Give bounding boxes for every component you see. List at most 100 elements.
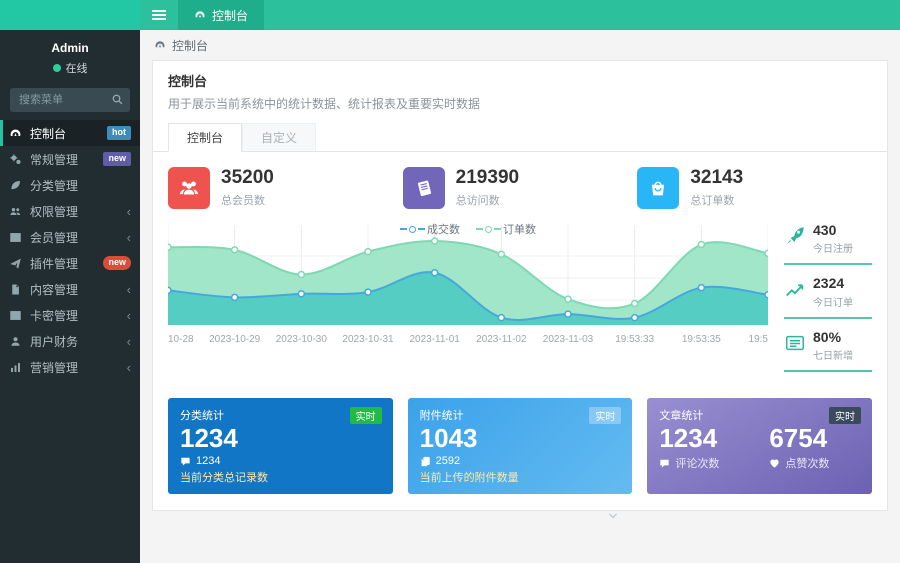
- top-navbar: 控制台: [0, 0, 900, 30]
- orders-area-chart: 成交数订单数 2023-10-282023-10-292023-10-30202…: [168, 221, 768, 345]
- panel-tabs: 控制台 自定义: [153, 123, 887, 152]
- hamburger-menu-icon[interactable]: [140, 0, 178, 30]
- chart-canvas: [168, 221, 768, 330]
- badge-new: new: [103, 152, 131, 166]
- x-axis-label: 2023-10-28: [168, 334, 194, 345]
- chevron-left-icon: ‹: [127, 283, 131, 296]
- search-icon[interactable]: [111, 93, 124, 106]
- sidebar-item-plugin-admin[interactable]: 插件管理 new: [0, 250, 140, 276]
- sidebar-item-label: 卡密管理: [30, 307, 120, 324]
- user-name: Admin: [0, 41, 140, 55]
- realtime-badge: 实时: [350, 407, 382, 424]
- app-window: 控制台 Admin 在线 控制台 hot 常规管理 new: [0, 0, 900, 563]
- chevron-left-icon: ‹: [127, 231, 131, 244]
- badge-hot: hot: [107, 126, 131, 140]
- sidebar-item-label: 常规管理: [30, 151, 96, 168]
- legend-item[interactable]: 订单数: [476, 221, 536, 237]
- comment-icon: [180, 456, 191, 467]
- dashboard-panel: 控制台 用于展示当前系统中的统计数据、统计报表及重要实时数据 控制台 自定义 3…: [152, 60, 888, 511]
- x-axis-label: 2023-11-01: [409, 334, 459, 345]
- book-icon: [403, 167, 445, 209]
- page-title: 控制台: [168, 71, 872, 90]
- paper-plane-icon: [9, 257, 23, 270]
- page-subtitle: 用于展示当前系统中的统计数据、统计报表及重要实时数据: [168, 95, 872, 112]
- counter-label: 总会员数: [221, 192, 274, 208]
- sidebar-item-general-admin[interactable]: 常规管理 new: [0, 146, 140, 172]
- card-caption: 当前上传的附件数量: [420, 469, 621, 485]
- stat-cards-row: 分类统计 实时 1234 1234 当前分类总记录数 附件统计 实时 1043: [168, 398, 872, 494]
- card-meta: 2592: [420, 455, 621, 467]
- mini-stat-orders: 2324 今日订单: [784, 276, 872, 318]
- mini-stat-value: 80%: [813, 330, 853, 345]
- x-axis-label: 2023-10-31: [342, 334, 393, 345]
- sidebar-item-marketing-admin[interactable]: 营销管理 ‹: [0, 354, 140, 380]
- counter-value: 32143: [690, 168, 743, 189]
- sidebar-item-label: 用户财务: [30, 333, 120, 350]
- counter-row: 35200 总会员数 219390 总访问数: [168, 167, 872, 209]
- dashboard-icon: [194, 9, 206, 21]
- chevron-left-icon: ‹: [127, 309, 131, 322]
- card-meta-value: 2592: [436, 455, 460, 467]
- panel-header: 控制台 用于展示当前系统中的统计数据、统计报表及重要实时数据: [153, 61, 887, 114]
- chevron-left-icon: ‹: [127, 361, 131, 374]
- scroll-hint-icon[interactable]: [608, 512, 618, 523]
- card-category-stats: 分类统计 实时 1234 1234 当前分类总记录数: [168, 398, 393, 494]
- mini-stat-value: 2324: [813, 276, 853, 291]
- counter-label: 总访问数: [456, 192, 519, 208]
- card-metric-comments: 1234 评论次数: [659, 423, 719, 471]
- counter-orders: 32143 总订单数: [637, 167, 872, 209]
- tab-custom[interactable]: 自定义: [242, 123, 316, 151]
- mini-stat-label: 今日订单: [813, 294, 853, 309]
- sidebar-item-label: 会员管理: [30, 229, 120, 246]
- mini-stats-column: 430 今日注册 2324 今日订单: [784, 221, 872, 383]
- logo-area: [0, 0, 140, 30]
- sidebar-item-user-finance[interactable]: 用户财务 ‹: [0, 328, 140, 354]
- cogs-icon: [9, 153, 23, 166]
- legend-item[interactable]: 成交数: [400, 221, 460, 237]
- tab-dashboard[interactable]: 控制台: [168, 123, 242, 152]
- online-status-dot: [53, 64, 61, 72]
- topbar-tab-dashboard[interactable]: 控制台: [178, 0, 264, 30]
- sidebar-item-content-admin[interactable]: 内容管理 ‹: [0, 276, 140, 302]
- x-axis-label: 19:53:33: [615, 334, 654, 345]
- card-meta: 评论次数: [659, 455, 719, 471]
- leaf-icon: [9, 179, 23, 192]
- sidebar-item-dashboard[interactable]: 控制台 hot: [0, 120, 140, 146]
- mini-stat-seven-day: 80% 七日新增: [784, 330, 872, 372]
- mini-stat-registrations: 430 今日注册: [784, 223, 872, 265]
- card-value: 1234: [180, 424, 381, 454]
- sidebar: Admin 在线 控制台 hot 常规管理 new 分类管理: [0, 30, 140, 563]
- files-icon: [420, 456, 431, 467]
- card-value: 1043: [420, 424, 621, 454]
- counter-visits: 219390 总访问数: [403, 167, 638, 209]
- counter-label: 总订单数: [690, 192, 743, 208]
- sidebar-item-label: 控制台: [30, 125, 100, 142]
- card-meta: 1234: [180, 455, 381, 467]
- breadcrumb[interactable]: 控制台: [140, 30, 900, 60]
- mini-stat-value: 430: [813, 223, 853, 238]
- dashboard-icon: [9, 127, 23, 140]
- chevron-left-icon: ‹: [127, 335, 131, 348]
- table-icon: [9, 231, 23, 244]
- sidebar-item-label: 权限管理: [30, 203, 120, 220]
- breadcrumb-label: 控制台: [172, 37, 208, 54]
- card-value: 6754: [769, 424, 829, 454]
- sidebar-item-permission-admin[interactable]: 权限管理 ‹: [0, 198, 140, 224]
- card-meta-label: 点赞次数: [785, 455, 829, 471]
- card-meta-value: 1234: [196, 455, 220, 467]
- x-axis-label: 2023-11-02: [476, 334, 526, 345]
- card-attachment-stats: 附件统计 实时 1043 2592 当前上传的附件数量: [408, 398, 633, 494]
- sidebar-item-member-admin[interactable]: 会员管理 ‹: [0, 224, 140, 250]
- sidebar-item-card-key-admin[interactable]: 卡密管理 ‹: [0, 302, 140, 328]
- sidebar-item-label: 插件管理: [30, 255, 96, 272]
- card-value: 1234: [659, 424, 719, 454]
- sidebar-item-category-admin[interactable]: 分类管理: [0, 172, 140, 198]
- chevron-left-icon: ‹: [127, 205, 131, 218]
- heart-icon: [769, 458, 780, 469]
- card-metric-likes: 6754 点赞次数: [769, 423, 829, 471]
- chart-row: 成交数订单数 2023-10-282023-10-292023-10-30202…: [168, 221, 872, 383]
- card-caption: 当前分类总记录数: [180, 469, 381, 485]
- x-axis-label: 19:53:37: [749, 334, 768, 345]
- x-axis-labels: 2023-10-282023-10-292023-10-302023-10-31…: [168, 330, 768, 345]
- list-icon: [784, 332, 806, 354]
